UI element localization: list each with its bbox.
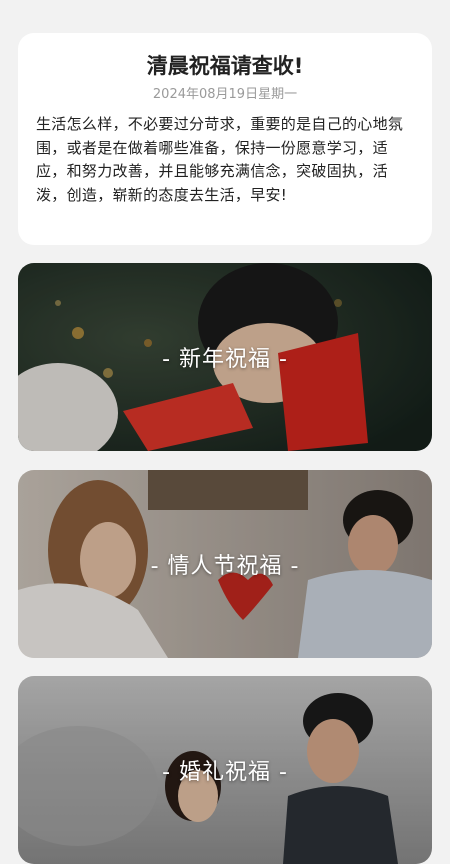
greeting-card: 清晨祝福请查收! 2024年08月19日星期一 生活怎么样，不必要过分苛求，重要… <box>18 33 432 245</box>
category-card-valentine[interactable]: - 情人节祝福 - <box>18 470 432 658</box>
category-label-new-year: - 新年祝福 - <box>162 347 288 372</box>
category-label-valentine: - 情人节祝福 - <box>150 554 300 579</box>
greeting-body: 生活怎么样，不必要过分苛求，重要的是自己的心地氛围，或者是在做着哪些准备，保持一… <box>36 115 404 204</box>
category-card-wedding[interactable]: - 婚礼祝福 - <box>18 676 432 864</box>
category-card-new-year[interactable]: - 新年祝福 - <box>18 263 432 451</box>
greeting-date: 2024年08月19日星期一 <box>152 87 298 102</box>
greeting-title: 清晨祝福请查收! <box>146 54 304 78</box>
category-label-wedding: - 婚礼祝福 - <box>162 760 288 785</box>
